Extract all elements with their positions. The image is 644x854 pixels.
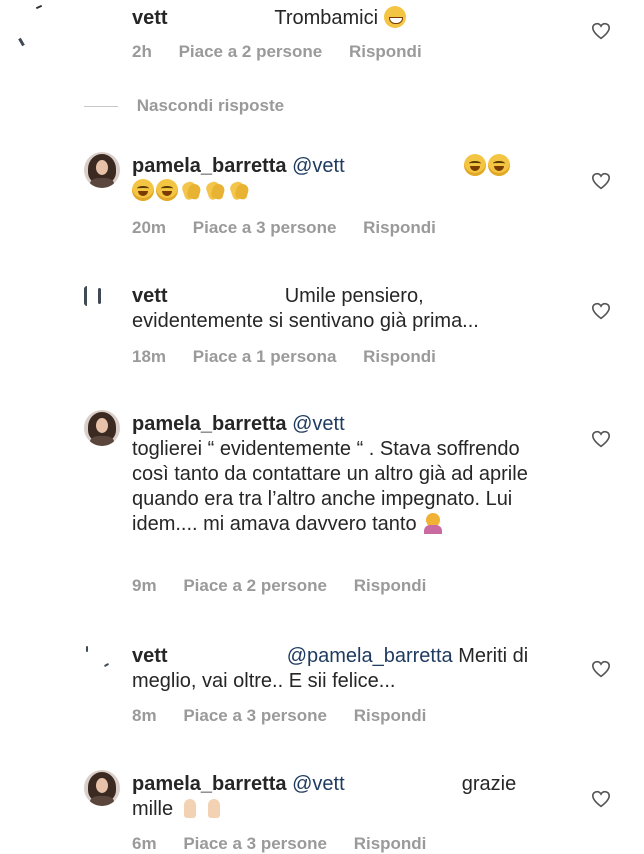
comment-mention[interactable]: @vett [292,773,345,795]
comment-username[interactable]: pamela_barretta [132,413,287,435]
clapping-hands-icon [204,179,226,201]
comment-username[interactable]: pamela_barretta [132,773,287,795]
grin-emoji-icon [383,6,406,28]
reply-button[interactable]: Rispondi [354,706,427,725]
comment-body: Umile pensiero, [284,285,424,307]
clapping-hands-icon [228,179,250,201]
comment-likes[interactable]: Piace a 3 persone [193,218,337,237]
comment-text: pamela_barretta @vett grazie mille [132,772,552,822]
comment-body: toglierei “ evidentemente “ . Stava soff… [132,438,528,535]
divider-line [84,106,118,108]
avatar[interactable] [84,410,120,446]
laughing-emoji-icon [132,179,154,201]
heart-icon[interactable] [591,790,611,808]
reply-button[interactable]: Rispondi [354,834,427,853]
comment-body: grazie [461,773,517,795]
comment-username[interactable]: vett [132,285,168,307]
comment-text: pamela_barretta @vett [132,154,552,204]
praying-hands-icon [203,797,225,819]
comment-meta: 20m Piace a 3 persone Rispondi [132,218,458,238]
laughing-emoji-icon [487,154,510,176]
comment-likes[interactable]: Piace a 3 persone [183,834,327,853]
comment-body-cont: mille [132,798,174,820]
comment-text: vett Trombamici [132,6,552,31]
comment-mention[interactable]: @pamela_barretta [287,645,453,667]
avatar-cropped[interactable] [84,284,104,320]
comment-likes[interactable]: Piace a 3 persone [183,706,327,725]
hide-replies-toggle[interactable]: Nascondi risposte [84,96,284,116]
comment-time: 18m [132,347,167,366]
laughing-emoji-icon [463,154,486,176]
heart-icon[interactable] [591,430,611,448]
avatar[interactable] [84,152,120,188]
reply-button[interactable]: Rispondi [363,347,436,366]
comment-username[interactable]: vett [132,7,168,29]
comment-meta: 6m Piace a 3 persone Rispondi [132,834,448,854]
reply-button[interactable]: Rispondi [363,218,436,237]
heart-icon[interactable] [591,172,611,190]
reply-button[interactable]: Rispondi [349,42,422,61]
comment-text: vett Umile pensiero, evidentemente si se… [132,284,552,334]
comment-time: 8m [132,706,157,725]
clapping-hands-icon [180,179,202,201]
comment-body-cont: evidentemente si sentivano già prima... [132,310,479,332]
comment-meta: 2h Piace a 2 persone Rispondi [132,42,444,62]
comment-mention[interactable]: @vett [292,155,345,177]
comment-meta: 9m Piace a 2 persone Rispondi [132,576,448,596]
laughing-emoji-icon [156,179,178,201]
comment-mention[interactable]: @vett [292,413,345,435]
person-emoji-icon [422,512,444,534]
comment-likes[interactable]: Piace a 2 persone [183,576,327,595]
comment-text: pamela_barretta @vett toglierei “ eviden… [132,412,552,537]
heart-icon[interactable] [591,22,611,40]
heart-icon[interactable] [591,302,611,320]
comment-text: vett @pamela_barretta Meriti di meglio, … [132,644,552,694]
praying-hands-icon [179,797,201,819]
comment-time: 6m [132,834,157,853]
comment-time: 9m [132,576,157,595]
comment-meta: 18m Piace a 1 persona Rispondi [132,347,458,367]
comment-username[interactable]: pamela_barretta [132,155,287,177]
comment-body: Trombamici [274,7,379,29]
avatar-cropped[interactable] [86,644,110,680]
comment-time: 2h [132,42,152,61]
hide-replies-label: Nascondi risposte [136,96,285,115]
comment-likes[interactable]: Piace a 2 persone [179,42,323,61]
comment-time: 20m [132,218,167,237]
comment-username[interactable]: vett [132,645,168,667]
heart-icon[interactable] [591,660,611,678]
reply-button[interactable]: Rispondi [354,576,427,595]
comment-meta: 8m Piace a 3 persone Rispondi [132,706,448,726]
comment-likes[interactable]: Piace a 1 persona [193,347,337,366]
avatar[interactable] [84,770,120,806]
